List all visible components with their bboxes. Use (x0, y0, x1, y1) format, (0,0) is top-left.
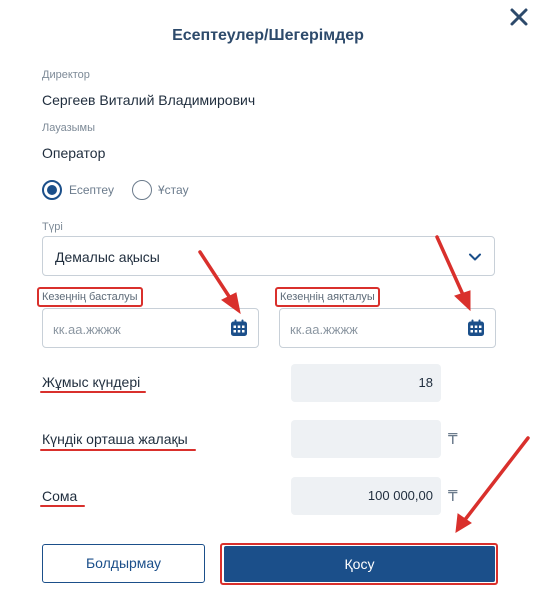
cancel-button[interactable]: Болдырмау (42, 544, 205, 583)
amount-field[interactable]: 100 000,00 (291, 477, 441, 515)
work-days-value: 18 (418, 375, 433, 390)
work-days-label: Жұмыс күндері (42, 374, 141, 390)
calendar-icon[interactable] (467, 319, 485, 337)
annotation-underline (40, 505, 85, 507)
radio-accrual-label: Есептеу (69, 183, 114, 197)
type-label: Түрі (42, 221, 63, 233)
position-value: Оператор (42, 145, 106, 161)
type-select-value: Демалыс ақысы (55, 249, 160, 265)
radio-deduction[interactable] (132, 180, 152, 200)
avg-daily-salary-field[interactable] (291, 420, 441, 458)
chevron-down-icon (469, 253, 481, 261)
calendar-icon[interactable] (230, 319, 248, 337)
dialog-title: Есептеулер/Шегерімдер (172, 27, 364, 44)
period-end-input[interactable] (290, 319, 450, 339)
period-start-input[interactable] (53, 319, 213, 339)
tenge-currency-label: ₸ (448, 488, 458, 505)
work-days-field[interactable]: 18 (291, 364, 441, 402)
type-select[interactable]: Демалыс ақысы (42, 236, 495, 276)
tenge-currency-label: ₸ (448, 431, 458, 448)
period-end-field[interactable] (279, 308, 496, 348)
dialog: Есептеулер/Шегерімдер Директор Сергеев В… (0, 0, 536, 608)
radio-accrual[interactable] (42, 180, 62, 200)
annotation-arrowhead (455, 513, 472, 533)
add-button[interactable]: Қосу (224, 546, 495, 582)
period-start-field[interactable] (42, 308, 259, 348)
radio-deduction-label: Ұстау (158, 183, 189, 197)
annotation-underline (40, 449, 196, 451)
director-label: Директор (42, 69, 90, 81)
close-icon[interactable] (508, 6, 530, 28)
period-start-label: Кезеңнің басталуы (37, 287, 143, 307)
amount-value: 100 000,00 (367, 488, 433, 503)
amount-label: Сома (42, 488, 78, 504)
annotation-arrow (462, 436, 530, 523)
annotation-underline (40, 391, 146, 393)
period-end-label: Кезеңнің аяқталуы (275, 287, 380, 307)
position-label: Лауазымы (42, 122, 96, 134)
director-value: Сергеев Виталий Владимирович (42, 92, 256, 108)
avg-daily-salary-label: Күндік орташа жалақы (42, 431, 188, 447)
